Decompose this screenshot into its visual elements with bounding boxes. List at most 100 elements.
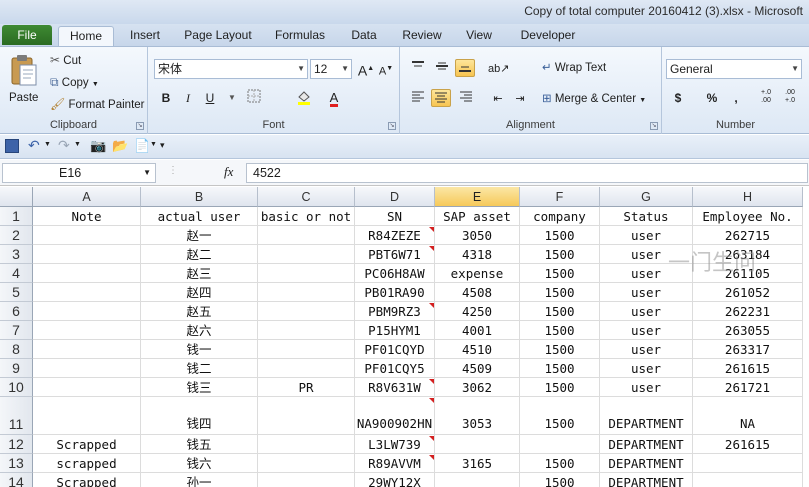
cell-d4[interactable]: PC06H8AW xyxy=(355,264,435,283)
cell-g11[interactable]: DEPARTMENT xyxy=(600,397,693,435)
orientation-button[interactable]: ab↗ xyxy=(488,59,509,77)
column-header-a[interactable]: A xyxy=(33,187,141,207)
row-header-5[interactable]: 5 xyxy=(0,283,33,302)
cell-e12[interactable] xyxy=(435,435,520,454)
comma-button[interactable]: , xyxy=(726,89,746,107)
row-header-8[interactable]: 8 xyxy=(0,340,33,359)
cell-d11[interactable]: NA900902HN xyxy=(355,397,435,435)
cell-b6[interactable]: 赵五 xyxy=(141,302,258,321)
row-header-2[interactable]: 2 xyxy=(0,226,33,245)
cell-g7[interactable]: user xyxy=(600,321,693,340)
cell-c2[interactable] xyxy=(258,226,355,245)
cell-h6[interactable]: 262231 xyxy=(693,302,803,321)
cell-e3[interactable]: 4318 xyxy=(435,245,520,264)
shrink-font-button[interactable]: A▼ xyxy=(376,60,396,78)
row-header-14[interactable]: 14 xyxy=(0,473,33,487)
cell-a12[interactable]: Scrapped xyxy=(33,435,141,454)
row-header-6[interactable]: 6 xyxy=(0,302,33,321)
cell-e6[interactable]: 4250 xyxy=(435,302,520,321)
tab-insert[interactable]: Insert xyxy=(122,26,168,46)
cell-f9[interactable]: 1500 xyxy=(520,359,600,378)
cell-d3[interactable]: PBT6W71 xyxy=(355,245,435,264)
font-name-dropdown[interactable]: 宋体 ▼ xyxy=(154,59,308,79)
cell-b10[interactable]: 钱三 xyxy=(141,378,258,397)
wrap-text-button[interactable]: ↵ Wrap Text xyxy=(542,61,606,75)
cell-c4[interactable] xyxy=(258,264,355,283)
cell-a11[interactable] xyxy=(33,397,141,435)
spreadsheet-grid[interactable]: A B C D E F G H 1 Note actual user basic or not SN SA… xyxy=(0,187,809,487)
cell-c9[interactable] xyxy=(258,359,355,378)
copy-button[interactable]: ⧉ Copy ▼ xyxy=(50,75,99,92)
row-header-12[interactable]: 12 xyxy=(0,435,33,454)
align-right-button[interactable] xyxy=(456,89,476,107)
align-middle-button[interactable] xyxy=(432,59,452,77)
cell-e4[interactable]: expense xyxy=(435,264,520,283)
cell-f12[interactable] xyxy=(520,435,600,454)
cell-a6[interactable] xyxy=(33,302,141,321)
paste-button[interactable]: Paste xyxy=(6,51,42,113)
cell-d12[interactable]: L3LW739 xyxy=(355,435,435,454)
cell-c11[interactable] xyxy=(258,397,355,435)
cell-h13[interactable] xyxy=(693,454,803,473)
cell-h8[interactable]: 263317 xyxy=(693,340,803,359)
cell-d5[interactable]: PB01RA90 xyxy=(355,283,435,302)
cell-e2[interactable]: 3050 xyxy=(435,226,520,245)
comment-indicator-icon[interactable] xyxy=(429,436,434,441)
chevron-down-icon[interactable]: ▼ xyxy=(150,141,157,148)
cell-a8[interactable] xyxy=(33,340,141,359)
align-center-button[interactable] xyxy=(431,89,451,107)
bold-button[interactable]: B xyxy=(156,89,176,107)
cell-f5[interactable]: 1500 xyxy=(520,283,600,302)
cell-b7[interactable]: 赵六 xyxy=(141,321,258,340)
column-header-h[interactable]: H xyxy=(693,187,803,207)
row-header-9[interactable]: 9 xyxy=(0,359,33,378)
cell-d1[interactable]: SN xyxy=(355,207,435,226)
undo-icon[interactable]: ↶ xyxy=(28,137,40,154)
cell-b12[interactable]: 钱五 xyxy=(141,435,258,454)
comment-indicator-icon[interactable] xyxy=(429,303,434,308)
decrease-indent-button[interactable]: ⇤ xyxy=(488,89,508,107)
align-top-button[interactable] xyxy=(408,59,428,77)
cell-g8[interactable]: user xyxy=(600,340,693,359)
redo-icon[interactable]: ↷ xyxy=(58,137,70,154)
italic-button[interactable]: I xyxy=(178,89,198,107)
decrease-decimal-button[interactable]: .00 +.0 xyxy=(780,89,800,107)
format-painter-button[interactable]: 🖌 Format Painter xyxy=(50,97,145,112)
cell-g13[interactable]: DEPARTMENT xyxy=(600,454,693,473)
cell-g9[interactable]: user xyxy=(600,359,693,378)
column-header-g[interactable]: G xyxy=(600,187,693,207)
tab-developer[interactable]: Developer xyxy=(512,26,584,46)
cell-h1[interactable]: Employee No. xyxy=(693,207,803,226)
cell-g10[interactable]: user xyxy=(600,378,693,397)
name-box[interactable]: E16 ▼ xyxy=(2,163,156,183)
tab-file[interactable]: File xyxy=(2,25,52,45)
row-header-10[interactable]: 10 xyxy=(0,378,33,397)
cell-c13[interactable] xyxy=(258,454,355,473)
font-launcher-icon[interactable]: ↘ xyxy=(388,122,396,130)
cell-f3[interactable]: 1500 xyxy=(520,245,600,264)
cell-e14[interactable] xyxy=(435,473,520,487)
cell-h7[interactable]: 263055 xyxy=(693,321,803,340)
chevron-down-icon[interactable]: ▼ xyxy=(74,141,81,148)
cell-a7[interactable] xyxy=(33,321,141,340)
font-size-dropdown[interactable]: 12 ▼ xyxy=(310,59,352,79)
cell-d14[interactable]: 29WY12X xyxy=(355,473,435,487)
cell-e8[interactable]: 4510 xyxy=(435,340,520,359)
open-folder-icon[interactable]: 📂 xyxy=(112,138,128,154)
new-document-icon[interactable]: 📄 xyxy=(134,138,150,154)
cell-f13[interactable]: 1500 xyxy=(520,454,600,473)
comment-indicator-icon[interactable] xyxy=(429,246,434,251)
cell-c3[interactable] xyxy=(258,245,355,264)
cell-g5[interactable]: user xyxy=(600,283,693,302)
number-format-dropdown[interactable]: General ▼ xyxy=(666,59,802,79)
cell-b4[interactable]: 赵三 xyxy=(141,264,258,283)
comment-indicator-icon[interactable] xyxy=(429,398,434,403)
row-header-13[interactable]: 13 xyxy=(0,454,33,473)
cell-a10[interactable] xyxy=(33,378,141,397)
cell-f2[interactable]: 1500 xyxy=(520,226,600,245)
camera-icon[interactable]: 📷 xyxy=(90,138,106,154)
cell-c12[interactable] xyxy=(258,435,355,454)
cell-b1[interactable]: actual user xyxy=(141,207,258,226)
cell-c6[interactable] xyxy=(258,302,355,321)
increase-indent-button[interactable]: ⇥ xyxy=(510,89,530,107)
